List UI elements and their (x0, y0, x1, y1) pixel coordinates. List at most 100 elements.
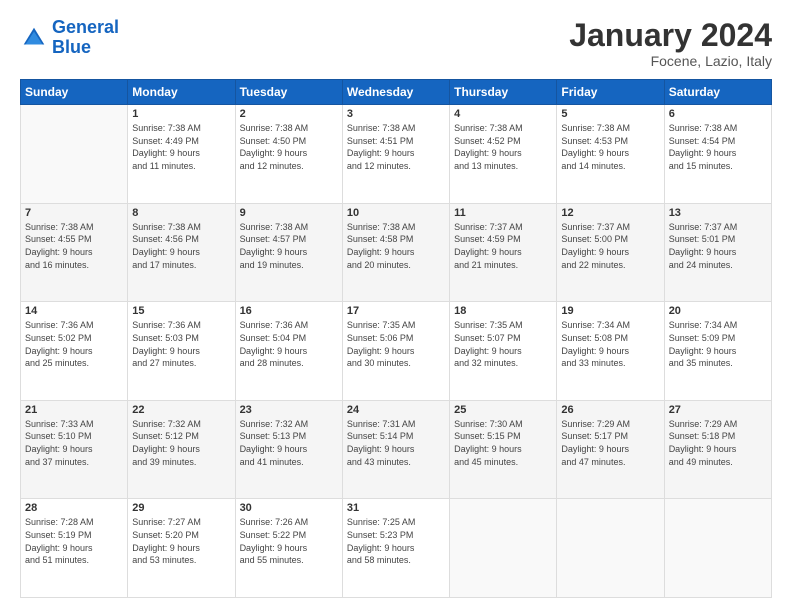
calendar-cell (450, 499, 557, 598)
day-info: Sunrise: 7:36 AM Sunset: 5:02 PM Dayligh… (25, 319, 123, 369)
calendar-cell: 7Sunrise: 7:38 AM Sunset: 4:55 PM Daylig… (21, 203, 128, 302)
day-number: 2 (240, 108, 338, 120)
logo-line1: General (52, 17, 119, 37)
day-number: 12 (561, 207, 659, 219)
day-number: 17 (347, 305, 445, 317)
logo-icon (20, 24, 48, 52)
day-header-wednesday: Wednesday (342, 80, 449, 105)
day-header-saturday: Saturday (664, 80, 771, 105)
day-info: Sunrise: 7:25 AM Sunset: 5:23 PM Dayligh… (347, 516, 445, 566)
calendar-cell: 18 Sunrise: 7:35 AM Sunset: 5:07 PM Dayli… (450, 302, 557, 401)
day-info: Sunrise: 7:26 AM Sunset: 5:22 PM Dayligh… (240, 516, 338, 566)
calendar-week-row: 28Sunrise: 7:28 AM Sunset: 5:19 PM Dayli… (21, 499, 772, 598)
day-number: 13 (669, 207, 767, 219)
day-number: 7 (25, 207, 123, 219)
calendar-cell: 12 Sunrise: 7:37 AM Sunset: 5:00 PM Dayli… (557, 203, 664, 302)
day-number: 30 (240, 502, 338, 514)
calendar-cell: 15 Sunrise: 7:36 AM Sunset: 5:03 PM Dayli… (128, 302, 235, 401)
day-header-sunday: Sunday (21, 80, 128, 105)
day-number: 26 (561, 404, 659, 416)
calendar-cell: 3 Sunrise: 7:38 AM Sunset: 4:51 PM Daylig… (342, 105, 449, 204)
day-info: Sunrise: 7:35 AM Sunset: 5:06 PM Dayligh… (347, 319, 445, 369)
day-info: Sunrise: 7:36 AM Sunset: 5:03 PM Dayligh… (132, 319, 230, 369)
calendar-cell: 14 Sunrise: 7:36 AM Sunset: 5:02 PM Dayli… (21, 302, 128, 401)
calendar: SundayMondayTuesdayWednesdayThursdayFrid… (20, 79, 772, 598)
calendar-cell: 2 Sunrise: 7:38 AM Sunset: 4:50 PM Daylig… (235, 105, 342, 204)
day-info: Sunrise: 7:31 AM Sunset: 5:14 PM Dayligh… (347, 418, 445, 468)
day-info: Sunrise: 7:38 AM Sunset: 4:50 PM Dayligh… (240, 122, 338, 172)
day-number: 23 (240, 404, 338, 416)
calendar-cell: 29 Sunrise: 7:27 AM Sunset: 5:20 PM Dayli… (128, 499, 235, 598)
day-number: 20 (669, 305, 767, 317)
day-number: 11 (454, 207, 552, 219)
day-number: 8 (132, 207, 230, 219)
calendar-cell (21, 105, 128, 204)
day-info: Sunrise: 7:38 AM Sunset: 4:53 PM Dayligh… (561, 122, 659, 172)
day-info: Sunrise: 7:38 AM Sunset: 4:52 PM Dayligh… (454, 122, 552, 172)
calendar-cell: 10 Sunrise: 7:38 AM Sunset: 4:58 PM Dayli… (342, 203, 449, 302)
day-info: Sunrise: 7:32 AM Sunset: 5:13 PM Dayligh… (240, 418, 338, 468)
day-info: Sunrise: 7:35 AM Sunset: 5:07 PM Dayligh… (454, 319, 552, 369)
calendar-cell: 11Sunrise: 7:37 AM Sunset: 4:59 PM Dayli… (450, 203, 557, 302)
day-info: Sunrise: 7:30 AM Sunset: 5:15 PM Dayligh… (454, 418, 552, 468)
calendar-cell: 25Sunrise: 7:30 AM Sunset: 5:15 PM Dayli… (450, 400, 557, 499)
day-info: Sunrise: 7:38 AM Sunset: 4:56 PM Dayligh… (132, 221, 230, 271)
header: General Blue January 2024 Focene, Lazio,… (20, 18, 772, 69)
day-number: 6 (669, 108, 767, 120)
page: General Blue January 2024 Focene, Lazio,… (0, 0, 792, 612)
day-number: 29 (132, 502, 230, 514)
calendar-cell: 20 Sunrise: 7:34 AM Sunset: 5:09 PM Dayli… (664, 302, 771, 401)
calendar-cell: 6Sunrise: 7:38 AM Sunset: 4:54 PM Daylig… (664, 105, 771, 204)
calendar-week-row: 1Sunrise: 7:38 AM Sunset: 4:49 PM Daylig… (21, 105, 772, 204)
day-info: Sunrise: 7:38 AM Sunset: 4:58 PM Dayligh… (347, 221, 445, 271)
month-year: January 2024 (569, 18, 772, 53)
day-header-monday: Monday (128, 80, 235, 105)
day-number: 16 (240, 305, 338, 317)
day-number: 19 (561, 305, 659, 317)
day-number: 28 (25, 502, 123, 514)
calendar-cell: 21Sunrise: 7:33 AM Sunset: 5:10 PM Dayli… (21, 400, 128, 499)
day-info: Sunrise: 7:34 AM Sunset: 5:09 PM Dayligh… (669, 319, 767, 369)
calendar-cell: 5Sunrise: 7:38 AM Sunset: 4:53 PM Daylig… (557, 105, 664, 204)
calendar-cell: 9 Sunrise: 7:38 AM Sunset: 4:57 PM Daylig… (235, 203, 342, 302)
day-info: Sunrise: 7:38 AM Sunset: 4:49 PM Dayligh… (132, 122, 230, 172)
calendar-cell: 19 Sunrise: 7:34 AM Sunset: 5:08 PM Dayli… (557, 302, 664, 401)
calendar-week-row: 14 Sunrise: 7:36 AM Sunset: 5:02 PM Dayli… (21, 302, 772, 401)
day-info: Sunrise: 7:34 AM Sunset: 5:08 PM Dayligh… (561, 319, 659, 369)
day-info: Sunrise: 7:37 AM Sunset: 5:00 PM Dayligh… (561, 221, 659, 271)
day-number: 31 (347, 502, 445, 514)
day-info: Sunrise: 7:32 AM Sunset: 5:12 PM Dayligh… (132, 418, 230, 468)
day-info: Sunrise: 7:29 AM Sunset: 5:17 PM Dayligh… (561, 418, 659, 468)
logo-text: General Blue (52, 18, 119, 58)
logo-line2: Blue (52, 37, 91, 57)
day-number: 9 (240, 207, 338, 219)
day-number: 3 (347, 108, 445, 120)
calendar-cell: 13 Sunrise: 7:37 AM Sunset: 5:01 PM Dayli… (664, 203, 771, 302)
day-number: 22 (132, 404, 230, 416)
day-number: 24 (347, 404, 445, 416)
day-info: Sunrise: 7:27 AM Sunset: 5:20 PM Dayligh… (132, 516, 230, 566)
day-number: 15 (132, 305, 230, 317)
calendar-cell: 27Sunrise: 7:29 AM Sunset: 5:18 PM Dayli… (664, 400, 771, 499)
title-block: January 2024 Focene, Lazio, Italy (569, 18, 772, 69)
day-header-thursday: Thursday (450, 80, 557, 105)
calendar-cell: 17 Sunrise: 7:35 AM Sunset: 5:06 PM Dayli… (342, 302, 449, 401)
day-number: 14 (25, 305, 123, 317)
calendar-cell: 30 Sunrise: 7:26 AM Sunset: 5:22 PM Dayli… (235, 499, 342, 598)
calendar-cell: 28Sunrise: 7:28 AM Sunset: 5:19 PM Dayli… (21, 499, 128, 598)
calendar-cell (664, 499, 771, 598)
calendar-cell: 4 Sunrise: 7:38 AM Sunset: 4:52 PM Daylig… (450, 105, 557, 204)
calendar-cell: 8 Sunrise: 7:38 AM Sunset: 4:56 PM Daylig… (128, 203, 235, 302)
calendar-cell: 1Sunrise: 7:38 AM Sunset: 4:49 PM Daylig… (128, 105, 235, 204)
day-number: 18 (454, 305, 552, 317)
day-info: Sunrise: 7:33 AM Sunset: 5:10 PM Dayligh… (25, 418, 123, 468)
day-number: 4 (454, 108, 552, 120)
day-info: Sunrise: 7:38 AM Sunset: 4:57 PM Dayligh… (240, 221, 338, 271)
calendar-week-row: 21Sunrise: 7:33 AM Sunset: 5:10 PM Dayli… (21, 400, 772, 499)
day-info: Sunrise: 7:38 AM Sunset: 4:51 PM Dayligh… (347, 122, 445, 172)
day-info: Sunrise: 7:37 AM Sunset: 5:01 PM Dayligh… (669, 221, 767, 271)
day-number: 10 (347, 207, 445, 219)
calendar-cell: 22 Sunrise: 7:32 AM Sunset: 5:12 PM Dayli… (128, 400, 235, 499)
calendar-cell: 24 Sunrise: 7:31 AM Sunset: 5:14 PM Dayli… (342, 400, 449, 499)
day-info: Sunrise: 7:36 AM Sunset: 5:04 PM Dayligh… (240, 319, 338, 369)
